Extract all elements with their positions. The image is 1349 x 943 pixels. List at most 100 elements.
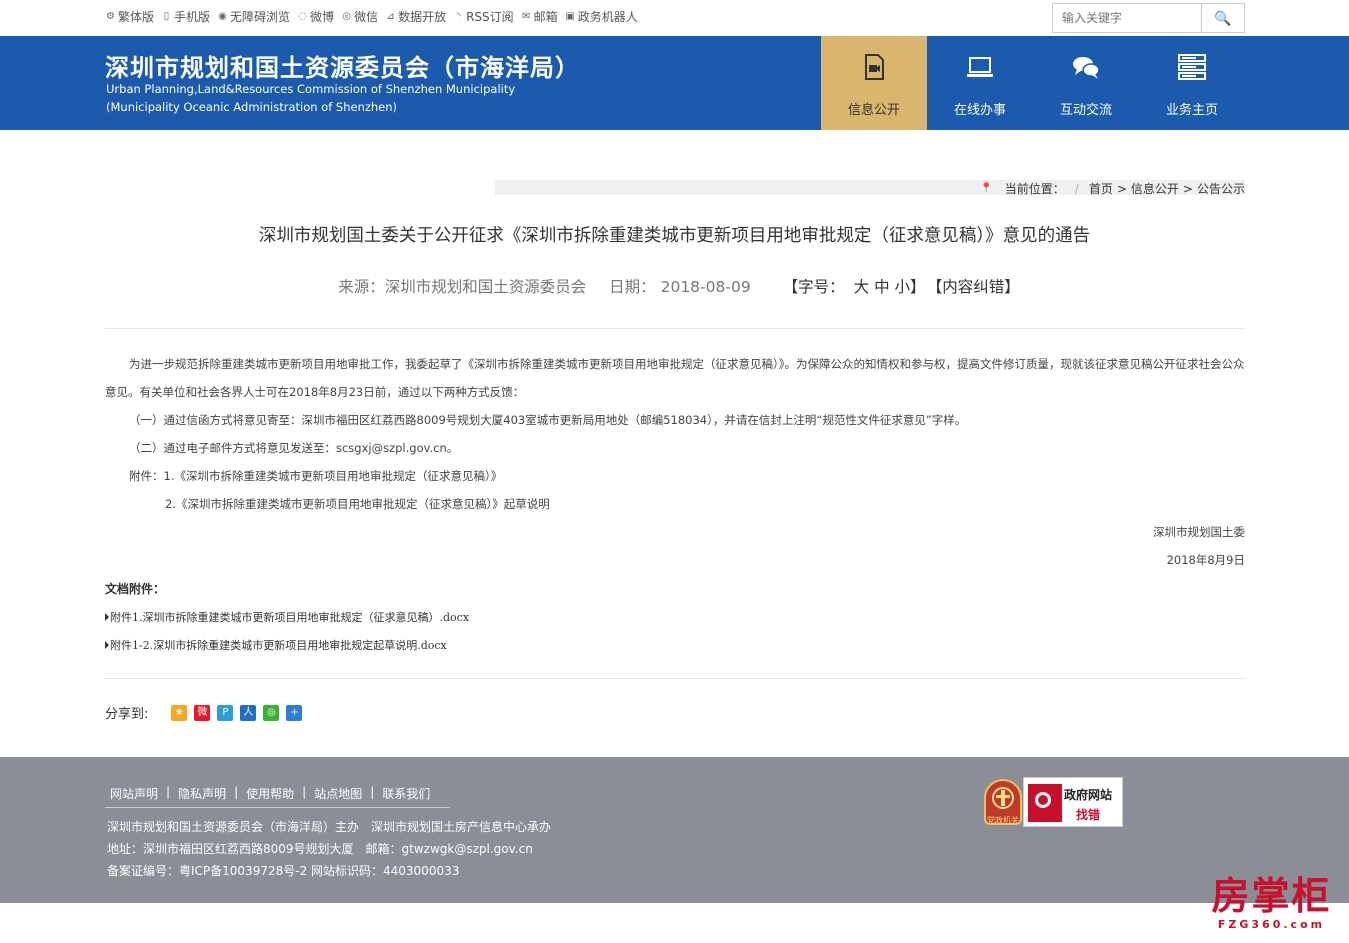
nav-item-business-home[interactable]: 业务主页 bbox=[1139, 36, 1245, 130]
nav-label: 在线办事 bbox=[953, 103, 1006, 118]
rss-icon: ◝ bbox=[456, 11, 461, 22]
watermark-logo: 房掌柜 FZG360.com bbox=[1199, 874, 1344, 931]
site-header: 深圳市规划和国土资源委员会（市海洋局） Urban Planning,Land&… bbox=[0, 36, 1349, 130]
search-box: 🔍 bbox=[1052, 3, 1245, 33]
top-link-label: 手机版 bbox=[174, 10, 211, 24]
footer-link[interactable]: 隐私声明 bbox=[178, 785, 226, 802]
gear-icon: ⚙ bbox=[106, 11, 115, 22]
search-input[interactable] bbox=[1052, 3, 1201, 33]
signature-date: 2018年8月9日 bbox=[1166, 553, 1245, 567]
watermark-domain: FZG360.com bbox=[1217, 918, 1326, 931]
wechat-share-icon[interactable]: ◎ bbox=[263, 704, 280, 721]
robot-icon: ▣ bbox=[565, 11, 575, 22]
top-link[interactable]: ▯ 手机版 bbox=[161, 8, 210, 25]
breadcrumb-divider: / bbox=[1074, 181, 1079, 196]
top-link-label: 微博 bbox=[310, 10, 335, 24]
gov-site-error-report-badge[interactable]: 政府网站 找错 bbox=[1023, 777, 1123, 827]
footer-link[interactable]: 网站声明 bbox=[110, 785, 158, 802]
footer-link-sep: | bbox=[166, 785, 171, 799]
footer-link-sep: | bbox=[234, 785, 239, 799]
top-link[interactable]: ◉ 无障碍浏览 bbox=[217, 8, 290, 25]
magnifier-icon bbox=[1028, 784, 1062, 822]
top-link-label: 繁体版 bbox=[118, 10, 155, 24]
top-link[interactable]: ⊿ 数据开放 bbox=[385, 8, 446, 25]
footer-link-sep: | bbox=[302, 785, 307, 799]
nav-label: 信息公开 bbox=[847, 103, 900, 118]
report-error-link[interactable]: 【内容纠错】 bbox=[935, 278, 1020, 296]
article-paragraph: 为进一步规范拆除重建类城市更新项目用地审批工作，我委起草了《深圳市拆除重建类城市… bbox=[105, 357, 1245, 399]
attachment-file-1[interactable]: 附件1.深圳市拆除重建类城市更新项目用地审批规定（征求意见稿）.docx bbox=[105, 609, 469, 625]
top-link-label: 微信 bbox=[354, 10, 379, 24]
nav-label: 业务主页 bbox=[1165, 103, 1218, 118]
footer-address: 地址：深圳市福田区红荔西路8009号规划大厦 邮箱：gtwzwgk@szpl.g… bbox=[107, 842, 533, 856]
top-link[interactable]: ◎ 微信 bbox=[341, 8, 378, 25]
breadcrumb-home[interactable]: 首页 bbox=[1089, 180, 1113, 197]
main-nav: 信息公开 在线办事 互动交流 业务主页 bbox=[821, 36, 1245, 130]
footer-link[interactable]: 使用帮助 bbox=[246, 785, 294, 802]
weibo-icon: ◌ bbox=[298, 11, 307, 22]
font-size-control: 【字号： 大 中 小】 bbox=[774, 278, 926, 296]
chat-icon bbox=[1073, 57, 1100, 79]
footer-divider bbox=[105, 807, 450, 808]
breadcrumb-sep: > bbox=[1182, 181, 1193, 196]
top-link[interactable]: ⚙ 繁体版 bbox=[105, 8, 154, 25]
tencent-weibo-icon[interactable]: P bbox=[217, 704, 234, 721]
attachment-line-2: 2.《深圳市拆除重建类城市更新项目用地审批规定（征求意见稿）》起草说明 bbox=[165, 497, 550, 511]
article-meta: 来源：深圳市规划和国土资源委员会 日期： 2018-08-09 【字号： 大 中 … bbox=[0, 275, 1349, 297]
breadcrumb: 📍 当前位置： / 首页 > 信息公开 > 公告公示 bbox=[980, 180, 1245, 197]
nav-label: 互动交流 bbox=[1059, 103, 1112, 118]
attachment-file-name[interactable]: 附件1-2.深圳市拆除重建类城市更新项目用地审批规定起草说明.docx bbox=[110, 639, 447, 652]
breadcrumb-info[interactable]: 信息公开 bbox=[1131, 180, 1179, 197]
more-share-icon[interactable]: + bbox=[286, 704, 303, 721]
site-footer: 网站声明 | 隐私声明 | 使用帮助 | 站点地图 | 联系我们 深圳市规划和国土资源委员会（市… bbox=[0, 757, 1349, 903]
attachment-file-2[interactable]: 附件1-2.深圳市拆除重建类城市更新项目用地审批规定起草说明.docx bbox=[105, 637, 447, 653]
footer-icp: 备案证编号：粤ICP备10039728号-2 网站标识码：4403000033 bbox=[107, 864, 460, 878]
qzone-icon[interactable]: ★ bbox=[171, 704, 188, 721]
divider bbox=[105, 328, 1245, 329]
divider bbox=[105, 678, 1245, 679]
top-links: ⚙ 繁体版 ▯ 手机版 ◉ 无障碍浏览 ◌ 微博 ◎ 微信 ⊿ 数据开放 ◝ RSS订阅 ✉ 邮箱 ▣ 政务机器人 bbox=[105, 8, 638, 25]
top-link-label: 政务机器人 bbox=[577, 10, 638, 24]
mobile-icon: ▯ bbox=[163, 11, 170, 22]
footer-host: 深圳市规划和国土资源委员会（市海洋局）主办 深圳市规划国土房产信息中心承办 bbox=[107, 820, 552, 834]
server-icon bbox=[1178, 54, 1206, 80]
footer-link[interactable]: 联系我们 bbox=[382, 785, 430, 802]
search-button[interactable]: 🔍 bbox=[1201, 3, 1245, 33]
article-source: 来源：深圳市规划和国土资源委员会 bbox=[338, 278, 587, 296]
nav-item-info-disclosure[interactable]: 信息公开 bbox=[821, 36, 927, 130]
site-title-en-2: (Municipality Oceanic Administration of … bbox=[106, 100, 398, 114]
watermark-text: 房掌柜 bbox=[1211, 874, 1332, 918]
attachment-file-name[interactable]: 附件1.深圳市拆除重建类城市更新项目用地审批规定（征求意见稿）.docx bbox=[110, 611, 469, 624]
article-date: 日期： 2018-08-09 bbox=[609, 278, 751, 296]
emblem-icon bbox=[992, 787, 1014, 809]
feedback-way-2: （二）通过电子邮件方式将意见发送至：scsgxj@szpl.gov.cn。 bbox=[129, 441, 459, 455]
feedback-way-1: （一）通过信函方式将意见寄至：深圳市福田区红荔西路8009号规划大厦403室城市… bbox=[129, 413, 967, 427]
nav-item-online-service[interactable]: 在线办事 bbox=[927, 36, 1033, 130]
badge-text: 党政机关 bbox=[987, 816, 1019, 825]
document-video-icon bbox=[865, 54, 884, 80]
top-link[interactable]: ◝ RSS订阅 bbox=[453, 8, 514, 25]
party-government-badge[interactable]: 党政机关 bbox=[984, 779, 1022, 825]
site-title[interactable]: 深圳市规划和国土资源委员会（市海洋局） bbox=[105, 48, 580, 83]
attachment-line-1: 附件：1.《深圳市拆除重建类城市更新项目用地审批规定（征求意见稿）》 bbox=[129, 469, 503, 483]
top-link[interactable]: ✉ 邮箱 bbox=[521, 8, 558, 25]
font-size-options[interactable]: 大 中 小 bbox=[854, 278, 910, 296]
laptop-icon bbox=[967, 57, 993, 77]
attachments-title: 文档附件： bbox=[105, 582, 166, 596]
triangle-right-icon bbox=[105, 613, 109, 621]
top-link[interactable]: ▣ 政务机器人 bbox=[565, 8, 638, 25]
triangle-right-icon bbox=[105, 641, 109, 649]
footer-link-sep: | bbox=[370, 785, 375, 799]
top-link-label: 数据开放 bbox=[398, 10, 447, 24]
breadcrumb-notice[interactable]: 公告公示 bbox=[1197, 180, 1245, 197]
nav-item-interaction[interactable]: 互动交流 bbox=[1033, 36, 1139, 130]
weibo-share-icon[interactable]: 微 bbox=[194, 704, 211, 721]
breadcrumb-sep: > bbox=[1116, 181, 1127, 196]
renren-icon[interactable]: 人 bbox=[240, 704, 257, 721]
footer-link[interactable]: 站点地图 bbox=[314, 785, 362, 802]
eye-icon: ◉ bbox=[218, 11, 227, 22]
badge-title: 政府网站 bbox=[1064, 788, 1113, 802]
top-link-label: 邮箱 bbox=[533, 10, 558, 24]
wechat-icon: ◎ bbox=[342, 11, 351, 22]
top-link[interactable]: ◌ 微博 bbox=[297, 8, 334, 25]
